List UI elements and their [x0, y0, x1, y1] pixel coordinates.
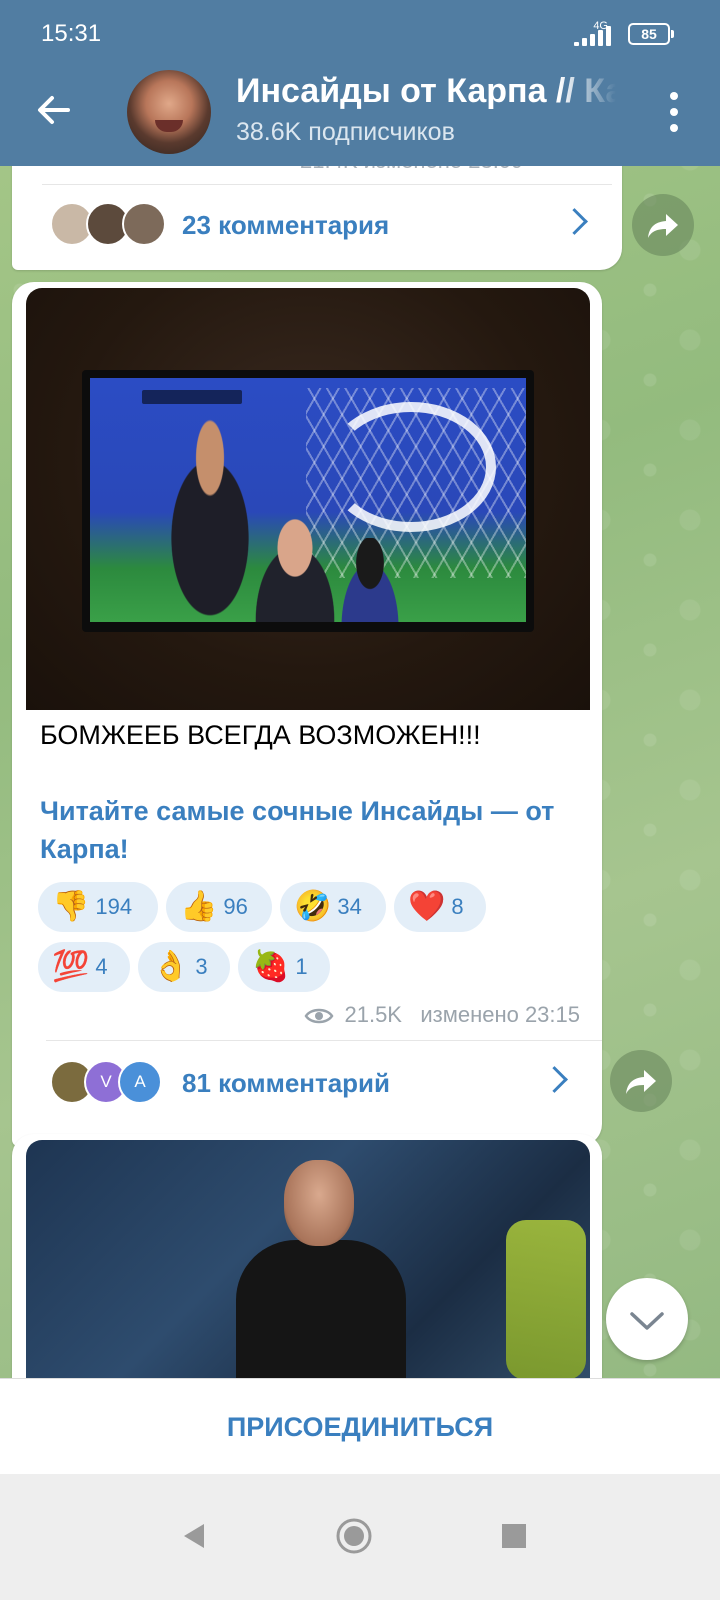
- join-bar[interactable]: ПРИСОЕДИНИТЬСЯ: [0, 1378, 720, 1475]
- channel-avatar[interactable]: [127, 70, 211, 154]
- comments-label: 81 комментарий: [182, 1068, 391, 1098]
- reaction-strawberry[interactable]: 🍓 1: [238, 942, 330, 992]
- channel-title[interactable]: Инсайды от Карпа // Карп: [236, 72, 616, 111]
- reaction-count: 3: [195, 954, 208, 979]
- ok-hand-icon: 👌: [152, 950, 190, 983]
- reaction-count: 96: [223, 894, 248, 919]
- reaction-count: 8: [451, 894, 464, 919]
- status-bar: 15:31 4G 85: [0, 0, 720, 66]
- more-vert-icon[interactable]: [664, 92, 684, 132]
- battery-icon: 85: [628, 23, 674, 45]
- reaction-count: 34: [337, 894, 362, 919]
- chevron-down-icon: [630, 1312, 664, 1330]
- thumbs-down-icon: 👎: [52, 890, 90, 923]
- back-arrow-icon: [38, 96, 70, 124]
- post-photo[interactable]: [26, 1140, 590, 1400]
- commenter-avatars: V A: [50, 1060, 180, 1106]
- nav-back-icon[interactable]: [174, 1516, 214, 1556]
- coach-body: [236, 1240, 406, 1400]
- app-bar: 15:31 4G 85 Инсайды от Карпа // Карп 38.…: [0, 0, 720, 166]
- share-icon: [648, 214, 678, 238]
- avatar: [122, 202, 166, 246]
- system-nav-bar: [0, 1474, 720, 1600]
- prev-comments-row[interactable]: 23 комментария: [50, 184, 610, 264]
- post-meta: 21.5K изменено 23:15: [304, 1002, 580, 1028]
- tv-image: [82, 370, 534, 632]
- chevron-right-icon: [541, 1066, 568, 1093]
- reaction-hundred[interactable]: 💯 4: [38, 942, 130, 992]
- heart-icon: ❤️: [408, 890, 446, 923]
- back-button[interactable]: [30, 86, 78, 134]
- post-bubble: БОМЖЕЕБ ВСЕГДА ВОЗМОЖЕН!!! Читайте самые…: [12, 282, 602, 1146]
- reaction-like[interactable]: 👍 96: [166, 882, 272, 932]
- reaction-count: 194: [95, 894, 133, 919]
- comments-row[interactable]: V A 81 комментарий: [50, 1042, 590, 1122]
- scroll-down-button[interactable]: [606, 1278, 688, 1360]
- tv-screen: [90, 378, 526, 622]
- signal-icon: [574, 26, 618, 46]
- sponsor-logo: [326, 402, 496, 532]
- reaction-count: 1: [295, 954, 308, 979]
- post-text: БОМЖЕЕБ ВСЕГДА ВОЗМОЖЕН!!!: [40, 720, 481, 750]
- player: [330, 538, 410, 622]
- strawberry-icon: 🍓: [252, 950, 290, 983]
- reaction-ok[interactable]: 👌 3: [138, 942, 230, 992]
- eye-icon: [304, 1008, 334, 1024]
- edited-time: изменено 23:15: [420, 1002, 580, 1027]
- hundred-points-icon: 💯: [52, 950, 90, 983]
- background-person: [506, 1220, 586, 1380]
- subscriber-count: 38.6K подписчиков: [236, 118, 455, 146]
- next-post-bubble: [12, 1134, 602, 1400]
- reaction-heart[interactable]: ❤️ 8: [394, 882, 486, 932]
- chevron-right-icon: [561, 208, 588, 235]
- view-count: 21.5K: [344, 1002, 402, 1027]
- scoreboard: [142, 390, 242, 404]
- reaction-dislike[interactable]: 👎 194: [38, 882, 158, 932]
- coach-head: [284, 1160, 354, 1246]
- share-icon: [626, 1070, 656, 1094]
- share-button[interactable]: [610, 1050, 672, 1112]
- status-time: 15:31: [41, 20, 102, 47]
- thumbs-up-icon: 👍: [180, 890, 218, 923]
- commenter-avatars: [50, 202, 180, 248]
- nav-recents-icon[interactable]: [494, 1516, 534, 1556]
- post-photo[interactable]: [26, 288, 590, 710]
- share-button[interactable]: [632, 194, 694, 256]
- reaction-count: 4: [95, 954, 108, 979]
- nav-home-icon[interactable]: [334, 1516, 374, 1556]
- avatar: A: [118, 1060, 162, 1104]
- comments-label: 23 комментария: [182, 210, 390, 240]
- divider: [46, 1040, 602, 1041]
- join-button[interactable]: ПРИСОЕДИНИТЬСЯ: [227, 1412, 493, 1442]
- laughing-face-icon: 🤣: [294, 890, 332, 923]
- post-link[interactable]: Читайте самые сочные Инсайды — от Карпа!: [40, 792, 580, 868]
- reaction-laugh[interactable]: 🤣 34: [280, 882, 386, 932]
